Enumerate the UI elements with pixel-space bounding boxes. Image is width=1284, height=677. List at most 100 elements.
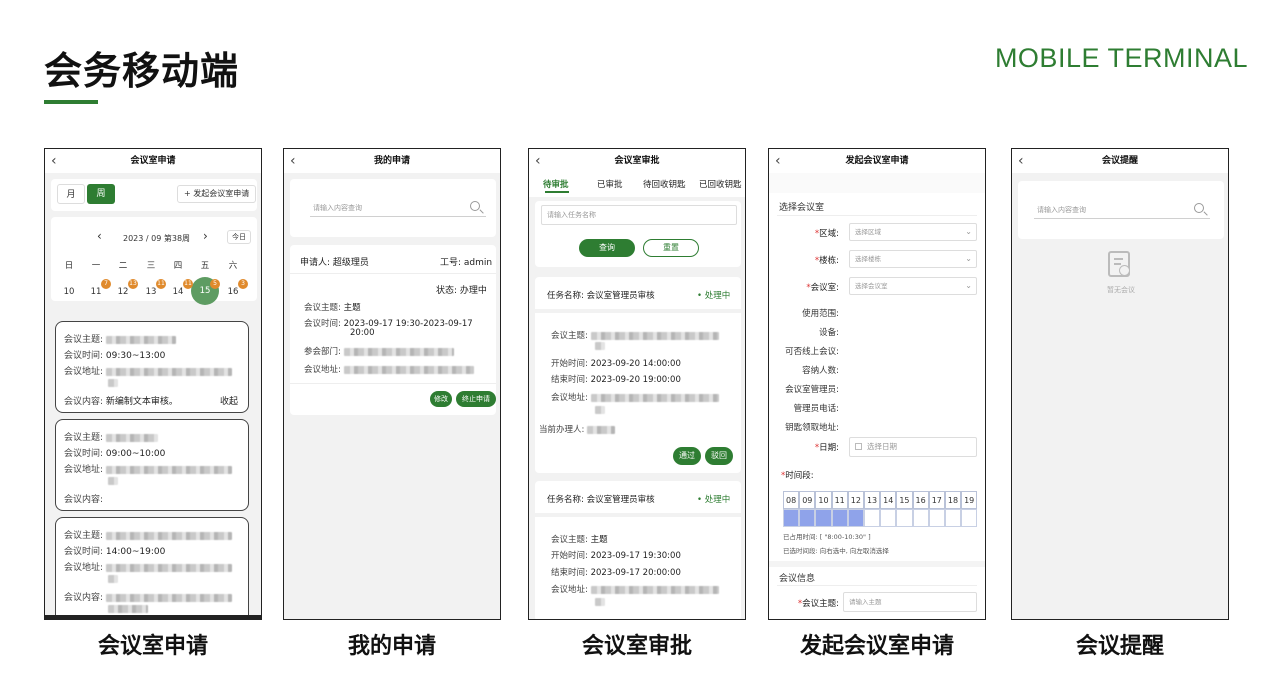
collapse-link[interactable]: 收起	[220, 394, 238, 407]
search-icon[interactable]	[470, 201, 480, 211]
selection-hint: 已选时间段: 向右选中, 向左取消选择	[783, 547, 889, 555]
theme-value: 主题	[590, 535, 608, 545]
card-content-label: 会议内容:	[64, 495, 104, 505]
time-slot[interactable]	[863, 509, 881, 527]
task-status: • 处理中	[697, 291, 731, 301]
hour-label: 12	[847, 491, 864, 509]
week-label: 2023 / 09 第38周	[123, 234, 191, 243]
chevron-left-icon[interactable]: ‹	[775, 149, 781, 173]
meeting-card[interactable]: 会议主题: 会议时间: 09:30~13:00 会议地址: 会议内容: 新编制文…	[55, 321, 249, 413]
time-slot[interactable]	[896, 509, 913, 527]
tab-approval-1[interactable]: 已审批	[597, 178, 623, 190]
redacted-text	[587, 425, 616, 434]
weekday-label: 一	[91, 261, 101, 271]
area-select[interactable]: 选择区域 ⌄	[849, 223, 977, 241]
page-title: 会务移动端	[44, 49, 240, 93]
tab-approval-0[interactable]: 待审批	[543, 178, 569, 190]
card-theme-label: 会议主题:	[64, 335, 104, 345]
meeting-count-badge: 7	[101, 279, 111, 289]
search-input[interactable]: 请输入内容查询	[310, 199, 486, 217]
weekday-label: 二	[118, 261, 128, 271]
card-theme-label: 会议主题:	[64, 531, 104, 541]
terminate-button[interactable]: 终止申请	[456, 391, 496, 407]
time-slot[interactable]	[831, 509, 848, 527]
time-slot[interactable]	[815, 509, 832, 527]
screen4-header: ‹ 发起会议室申请	[769, 149, 985, 173]
caption-room-approval: 会议室审批	[581, 634, 692, 659]
tab-approval-3[interactable]: 已回收钥匙	[699, 178, 742, 190]
task-search-input[interactable]: 请输入任务名称	[541, 205, 737, 225]
redacted-text	[105, 531, 232, 540]
redacted-text	[105, 367, 232, 376]
time-slot[interactable]	[783, 509, 800, 527]
create-booking-button[interactable]: + 发起会议室申请	[177, 185, 257, 203]
applicant-value: 超级理员	[332, 258, 369, 268]
time-slot[interactable]	[961, 509, 978, 527]
query-button[interactable]: 查询	[579, 239, 635, 257]
section-select-room: 选择会议室	[779, 203, 825, 213]
screen2-title: 我的申请	[373, 156, 410, 166]
chevron-left-icon[interactable]: ‹	[1018, 149, 1024, 173]
end-value: 2023-09-20 19:00:00	[590, 375, 681, 385]
time-slot[interactable]	[799, 509, 816, 527]
tab-month[interactable]: 月	[57, 184, 85, 204]
screen5-header: ‹ 会议提醒	[1012, 149, 1228, 173]
time-slot[interactable]	[912, 509, 929, 527]
room-label: 会议室:	[810, 283, 839, 293]
room-info-label: 使用范围:	[802, 309, 839, 319]
tab-approval-2[interactable]: 待回收钥匙	[643, 178, 686, 190]
card-time: 09:00~10:00	[105, 449, 166, 459]
hour-label: 10	[815, 491, 832, 509]
chevron-left-icon[interactable]: ‹	[290, 149, 296, 173]
hour-label: 18	[944, 491, 962, 509]
start-value: 2023-09-17 19:30:00	[590, 551, 681, 561]
meeting-count-badge: 13	[128, 279, 138, 289]
room-info-label: 管理员电话:	[793, 404, 839, 414]
weekday-label: 六	[228, 261, 238, 271]
screen1-header: ‹ 会议室申请	[45, 149, 261, 173]
today-button[interactable]: 今日	[227, 230, 251, 244]
edit-button[interactable]: 修改	[430, 391, 452, 407]
reject-button[interactable]: 驳回	[705, 447, 733, 465]
meeting-count-badge: 5	[210, 279, 220, 289]
approval-card[interactable]: 任务名称: 会议室管理员审核 • 处理中 会议主题: 开始时间: 2023-09…	[535, 277, 741, 473]
time-slot[interactable]	[847, 509, 864, 527]
card-content-label: 会议内容:	[64, 593, 104, 603]
date-picker[interactable]: 选择日期	[849, 437, 977, 457]
chevron-left-icon[interactable]: ‹	[535, 149, 541, 173]
tab-week[interactable]: 周	[87, 184, 115, 204]
approve-button[interactable]: 通过	[673, 447, 701, 465]
search-input[interactable]: 请输入内容查询	[1034, 201, 1210, 219]
title-underline	[44, 100, 98, 104]
reset-button[interactable]: 重置	[643, 239, 699, 257]
start-value: 2023-09-20 14:00:00	[590, 359, 681, 369]
time-slot[interactable]	[928, 509, 945, 527]
application-card[interactable]: 申请人: 超级理员 工号: admin 状态: 办理中 会议主题: 主题 会议时…	[290, 245, 496, 415]
hour-label: 08	[783, 491, 800, 509]
theme-label: 会议主题:	[551, 535, 588, 545]
approval-card[interactable]: 任务名称: 会议室管理员审核 • 处理中 会议主题: 主题 开始时间: 2023…	[535, 481, 741, 619]
chevron-left-icon[interactable]: ‹	[51, 149, 57, 173]
area-label: 区域:	[819, 229, 839, 239]
building-select[interactable]: 选择楼栋 ⌄	[849, 250, 977, 268]
page-subtitle: MOBILE TERMINAL	[994, 43, 1248, 73]
next-week-button[interactable]: ›	[203, 229, 208, 243]
room-info-label: 钥匙领取地址:	[785, 423, 839, 433]
topic-input[interactable]: 请输入主题	[843, 592, 977, 612]
meeting-card[interactable]: 会议主题: 会议时间: 09:00~10:00 会议地址: 会议内容:	[55, 419, 249, 511]
hour-label: 13	[863, 491, 881, 509]
empty-state-icon	[1108, 251, 1130, 277]
time-slot[interactable]	[880, 509, 897, 527]
room-select[interactable]: 选择会议室 ⌄	[849, 277, 977, 295]
screen-meeting-reminder: ‹ 会议提醒 请输入内容查询 暂无会议	[1011, 148, 1229, 620]
weekday-label: 日	[64, 261, 74, 271]
calendar-date[interactable]: 10	[57, 287, 81, 297]
screen1-title: 会议室申请	[130, 156, 176, 166]
redacted-text	[105, 433, 158, 442]
task-name: 会议室管理员审核	[586, 291, 655, 301]
search-icon[interactable]	[1194, 203, 1204, 213]
meeting-card[interactable]: 会议主题: 会议时间: 14:00~19:00 会议地址: 会议内容:	[55, 517, 249, 619]
time-slot[interactable]	[944, 509, 962, 527]
timeslot-grid[interactable]	[783, 509, 978, 527]
prev-week-button[interactable]: ‹	[97, 229, 102, 243]
